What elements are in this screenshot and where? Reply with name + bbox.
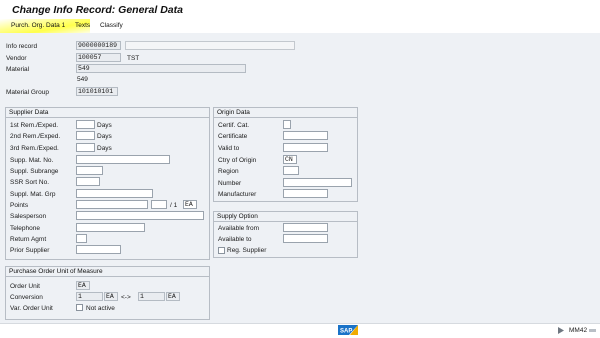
rem3-label: 3rd Rem./Exped. xyxy=(10,145,59,152)
var-order-unit-checkbox[interactable] xyxy=(76,304,83,311)
order-unit-label: Order Unit xyxy=(10,283,40,290)
conversion-label: Conversion xyxy=(10,294,43,301)
available-from-label: Available from xyxy=(218,225,260,232)
certificate-field[interactable] xyxy=(283,131,328,140)
telephone-label: Telephone xyxy=(10,225,40,232)
tab-classify[interactable]: Classify xyxy=(100,22,123,29)
supply-option-title: Supply Option xyxy=(217,213,258,220)
salesperson-field[interactable] xyxy=(76,211,204,220)
prior-supplier-field[interactable] xyxy=(76,245,121,254)
material-group-field[interactable]: 101010101 xyxy=(76,87,118,96)
vendor-label: Vendor xyxy=(6,55,27,62)
rem2-field[interactable] xyxy=(76,131,95,140)
tab-purch-org-data-1[interactable]: Purch. Org. Data 1 xyxy=(11,22,65,29)
points-field[interactable] xyxy=(76,200,148,209)
rem2-days: Days xyxy=(97,133,112,140)
valid-to-field[interactable] xyxy=(283,143,328,152)
supp-mat-no-field[interactable] xyxy=(76,155,170,164)
return-agmt-field[interactable] xyxy=(76,234,87,243)
origin-data-title: Origin Data xyxy=(217,109,250,116)
order-unit-field[interactable]: EA xyxy=(76,281,90,290)
valid-to-label: Valid to xyxy=(218,145,240,152)
suppl-subrange-field[interactable] xyxy=(76,166,103,175)
certif-cat-field[interactable] xyxy=(283,120,291,129)
reg-supplier-label: Reg. Supplier xyxy=(227,247,267,254)
suppl-subrange-label: Suppl. Subrange xyxy=(10,168,59,175)
rem3-field[interactable] xyxy=(76,143,95,152)
conversion-right-unit[interactable]: EA xyxy=(166,292,180,301)
points-unit-qty-field[interactable] xyxy=(151,200,167,209)
rem1-field[interactable] xyxy=(76,120,95,129)
group-divider xyxy=(213,117,358,118)
reg-supplier-checkbox[interactable] xyxy=(218,247,225,254)
salesperson-label: Salesperson xyxy=(10,213,47,220)
transaction-code: MM42 xyxy=(569,327,588,334)
return-agmt-label: Return Agmt xyxy=(10,236,47,243)
var-order-unit-label: Var. Order Unit xyxy=(10,305,53,312)
region-field[interactable] xyxy=(283,166,299,175)
rem3-days: Days xyxy=(97,145,112,152)
svg-text:SAP: SAP xyxy=(340,329,352,335)
rem2-label: 2nd Rem./Exped. xyxy=(10,133,61,140)
ssr-sort-no-label: SSR Sort No. xyxy=(10,179,50,186)
certif-cat-label: Certif. Cat. xyxy=(218,122,250,129)
material-label: Material xyxy=(6,66,30,73)
available-from-field[interactable] xyxy=(283,223,328,232)
points-separator: / 1 xyxy=(170,202,178,209)
vendor-name: TST xyxy=(127,55,140,62)
conversion-right-qty[interactable]: 1 xyxy=(138,292,165,301)
telephone-field[interactable] xyxy=(76,223,145,232)
rem1-label: 1st Rem./Exped. xyxy=(10,122,59,129)
conversion-arrow: <-> xyxy=(121,294,131,301)
group-divider xyxy=(213,221,358,222)
group-divider xyxy=(5,276,210,277)
play-triangle-icon[interactable] xyxy=(558,327,564,334)
info-record-field[interactable]: 9000000189 xyxy=(76,41,121,50)
window-title: Change Info Record: General Data xyxy=(12,4,183,16)
material-group-label: Material Group xyxy=(6,89,49,96)
vendor-field[interactable]: 100057 xyxy=(76,53,121,62)
suppl-mat-grp-label: Suppl. Mat. Grp xyxy=(10,191,56,198)
info-record-label: Info record xyxy=(6,43,38,50)
more-icon[interactable] xyxy=(589,327,596,334)
available-to-field[interactable] xyxy=(283,234,328,243)
suppl-mat-grp-field[interactable] xyxy=(76,189,153,198)
prior-supplier-label: Prior Supplier xyxy=(10,247,50,254)
manufacturer-field[interactable] xyxy=(283,189,328,198)
status-bar xyxy=(0,323,600,338)
tab-toolbar: Purch. Org. Data 1 Texts Classify xyxy=(0,19,600,33)
conversion-left-qty[interactable]: 1 xyxy=(76,292,103,301)
points-unit-field[interactable]: EA xyxy=(183,200,197,209)
supplier-data-title: Supplier Data xyxy=(9,109,49,116)
ctry-origin-label: Ctry of Origin xyxy=(218,157,257,164)
group-divider xyxy=(5,117,210,118)
ctry-origin-field[interactable]: CN xyxy=(283,155,297,164)
manufacturer-label: Manufacturer xyxy=(218,191,257,198)
po-unit-title: Purchase Order Unit of Measure xyxy=(9,268,103,275)
region-label: Region xyxy=(218,168,239,175)
supp-mat-no-label: Supp. Mat. No. xyxy=(10,157,54,164)
var-order-unit-value: Not active xyxy=(86,305,115,312)
sap-logo: SAP xyxy=(338,325,358,335)
material-desc: 549 xyxy=(77,76,88,83)
tab-texts[interactable]: Texts xyxy=(75,22,90,29)
number-field[interactable] xyxy=(283,178,352,187)
info-record-desc-field[interactable] xyxy=(125,41,295,50)
available-to-label: Available to xyxy=(218,236,252,243)
ssr-sort-no-field[interactable] xyxy=(76,177,100,186)
material-field[interactable]: 549 xyxy=(76,64,246,73)
number-label: Number xyxy=(218,180,242,187)
certificate-label: Certificate xyxy=(218,133,248,140)
conversion-left-unit[interactable]: EA xyxy=(104,292,118,301)
rem1-days: Days xyxy=(97,122,112,129)
points-label: Points xyxy=(10,202,29,209)
